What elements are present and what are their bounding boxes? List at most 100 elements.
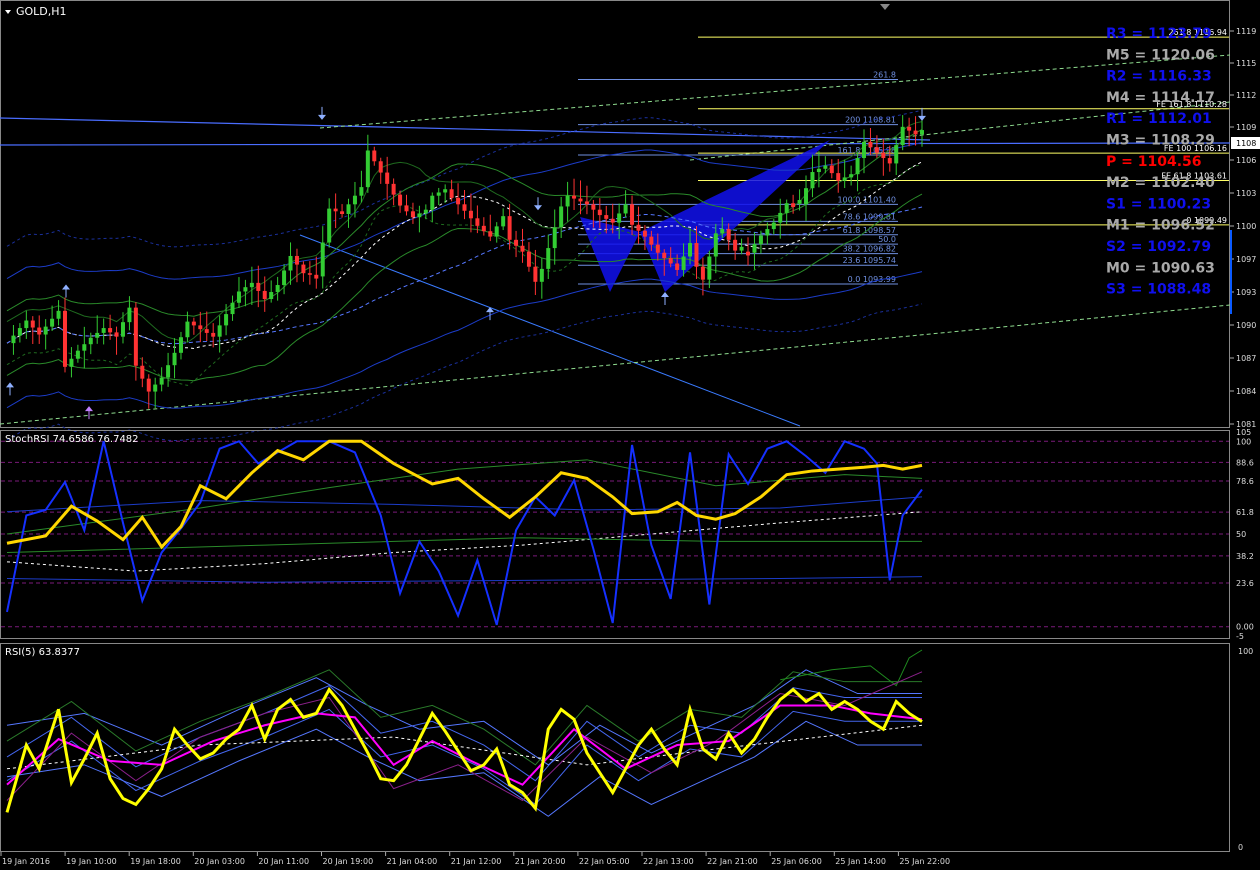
time-tick-label: 19 Jan 2016 bbox=[2, 857, 50, 866]
candle-body bbox=[269, 292, 274, 300]
candle-body bbox=[855, 158, 860, 175]
candle-body bbox=[249, 282, 254, 288]
stochrsi-tick-label: 50 bbox=[1236, 530, 1246, 539]
time-tick-label: 22 Jan 13:00 bbox=[643, 857, 694, 866]
rsi-lines bbox=[5, 686, 923, 813]
pivot-label: M5 = 1120.06 bbox=[1106, 47, 1215, 63]
candle-body bbox=[37, 327, 42, 335]
candle-body bbox=[398, 194, 403, 206]
candle-body bbox=[642, 230, 647, 237]
fractal-arrow-icon bbox=[85, 406, 93, 412]
pivot-label: P = 1104.56 bbox=[1106, 154, 1202, 170]
candle-body bbox=[307, 273, 312, 275]
fib-retracement-label: 61.8 1098.57 bbox=[843, 226, 896, 235]
candle-body bbox=[668, 258, 673, 264]
pivot-label: M1 = 1096.52 bbox=[1106, 218, 1215, 234]
stochrsi-tick-label: 61.8 bbox=[1236, 508, 1254, 517]
time-tick-label: 21 Jan 20:00 bbox=[515, 857, 566, 866]
candle-body bbox=[224, 314, 229, 326]
stochrsi-panel[interactable]: 105100 88.6 78.6 61.8 50 38.2 23.6 0.00-5 Stoch… bbox=[0, 428, 1254, 641]
candle-body bbox=[804, 188, 809, 205]
rsi-panel[interactable]: 100 0 RSI(5) 63.8377 bbox=[0, 643, 1254, 853]
candle-body bbox=[655, 244, 660, 253]
candle-body bbox=[462, 204, 467, 211]
right-scroll-edge[interactable] bbox=[1230, 230, 1232, 314]
envelope-bands bbox=[6, 109, 923, 442]
pivot-labels: R3 = 1123.79 M5 = 1120.06 R2 = 1116.33 M4 =… bbox=[1106, 26, 1215, 298]
fib-retracement-label: 38.2 1096.82 bbox=[843, 245, 896, 254]
price-panel[interactable]: 261.8 1116.94FE 161.8 1110.28FE 100 1106… bbox=[0, 0, 1260, 442]
candle-body bbox=[391, 183, 396, 195]
rsi-band-line bbox=[6, 685, 922, 782]
chart-title-arrow-icon[interactable] bbox=[5, 10, 11, 14]
candle-body bbox=[456, 197, 461, 205]
fib-retracement-label: 161.8 1105.98 bbox=[837, 146, 896, 155]
fractal-arrow-icon bbox=[318, 114, 326, 120]
candle-body bbox=[133, 307, 138, 366]
candle-body bbox=[185, 321, 190, 338]
candle-body bbox=[913, 130, 918, 135]
pivot-label: R1 = 1112.01 bbox=[1106, 111, 1212, 127]
time-tick-label: 22 Jan 21:00 bbox=[707, 857, 758, 866]
chart-canvas: 261.8 1116.94FE 161.8 1110.28FE 100 1106… bbox=[0, 0, 1260, 866]
candle-body bbox=[726, 229, 731, 240]
candle-body bbox=[700, 266, 705, 280]
candle-body bbox=[153, 384, 158, 392]
candle-body bbox=[784, 203, 789, 213]
stochrsi-tick-label: 105 bbox=[1236, 428, 1251, 437]
candle-body bbox=[681, 256, 686, 270]
price-tick-label: 1090 bbox=[1236, 321, 1256, 330]
stochrsi-tick-label: 88.6 bbox=[1236, 458, 1254, 467]
candle-body bbox=[120, 322, 125, 337]
candle-body bbox=[720, 229, 725, 234]
candle-body bbox=[514, 239, 519, 246]
rsi-line bbox=[5, 686, 923, 813]
candle-body bbox=[823, 165, 828, 169]
time-tick-label: 25 Jan 06:00 bbox=[771, 857, 822, 866]
pivot-label: S3 = 1088.48 bbox=[1106, 282, 1211, 298]
candle-body bbox=[378, 161, 383, 173]
candle-body bbox=[256, 282, 261, 291]
price-axis: 1119 1115 1112 1109 1106 1103 1100 1097 1093 1090… bbox=[1230, 27, 1260, 429]
candle-body bbox=[849, 174, 854, 178]
fractal-arrow-icon bbox=[918, 115, 926, 121]
rsi-band-line bbox=[6, 669, 922, 766]
candle-body bbox=[294, 255, 299, 265]
scroll-marker-icon[interactable] bbox=[880, 4, 890, 10]
candle-body bbox=[617, 213, 622, 223]
candle-body bbox=[623, 204, 628, 214]
candle-body bbox=[320, 242, 325, 277]
stochrsi-tick-label: -5 bbox=[1236, 632, 1244, 641]
candle-body bbox=[907, 126, 912, 131]
candle-body bbox=[410, 211, 415, 218]
current-price-label: 1108 bbox=[1236, 139, 1256, 148]
candle-body bbox=[352, 195, 357, 205]
price-tick-label: 1112 bbox=[1236, 91, 1256, 100]
candle-body bbox=[546, 248, 551, 269]
pivot-label: M0 = 1090.63 bbox=[1106, 260, 1215, 276]
price-tick-label: 1084 bbox=[1236, 387, 1256, 396]
fib-retracement-label: 0.0 1093.99 bbox=[848, 275, 896, 284]
candle-body bbox=[101, 328, 106, 333]
candle-body bbox=[746, 251, 751, 256]
pivot-label: M3 = 1108.29 bbox=[1106, 133, 1215, 149]
time-tick-label: 20 Jan 11:00 bbox=[258, 857, 309, 866]
candle-body bbox=[327, 208, 332, 243]
candle-body bbox=[430, 195, 435, 210]
candle-body bbox=[24, 320, 29, 329]
candle-body bbox=[836, 173, 841, 181]
candle-body bbox=[88, 337, 93, 345]
candle-body bbox=[688, 243, 693, 257]
stochrsi-tick-label: 23.6 bbox=[1236, 579, 1254, 588]
rsi-bands bbox=[6, 649, 923, 817]
candle-body bbox=[559, 206, 564, 228]
candle-body bbox=[778, 212, 783, 223]
candle-body bbox=[765, 229, 770, 236]
candle-body bbox=[365, 150, 370, 188]
candle-body bbox=[262, 290, 267, 300]
candle-body bbox=[797, 200, 802, 204]
stochrsi-tick-label: 0.00 bbox=[1236, 623, 1254, 632]
price-tick-label: 1115 bbox=[1236, 59, 1256, 68]
candle-body bbox=[114, 332, 119, 337]
candle-body bbox=[69, 358, 74, 367]
